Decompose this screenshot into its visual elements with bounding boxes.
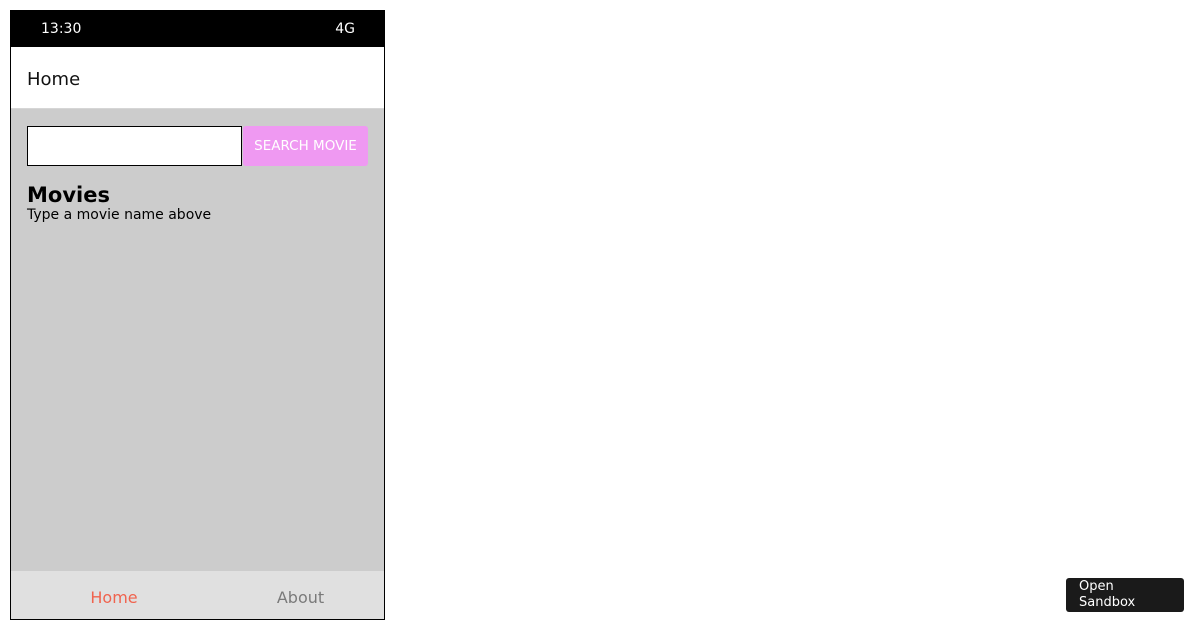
status-time: 13:30 — [41, 21, 82, 37]
tab-home[interactable]: Home — [11, 571, 217, 619]
tab-about[interactable]: About — [217, 571, 384, 619]
open-sandbox-button[interactable]: Open Sandbox — [1066, 578, 1184, 612]
open-sandbox-label-line2: Sandbox — [1079, 595, 1136, 610]
main-content: SEARCH MOVIE Movies Type a movie name ab… — [11, 109, 384, 570]
app-header: Home — [11, 47, 384, 109]
status-bar: 13:30 4G — [11, 11, 384, 47]
open-sandbox-label-line1: Open — [1079, 579, 1114, 594]
phone-frame: 13:30 4G Home SEARCH MOVIE Movies Type a… — [10, 10, 385, 620]
movies-heading: Movies — [27, 183, 110, 207]
search-movie-button[interactable]: SEARCH MOVIE — [243, 126, 368, 166]
search-input[interactable] — [27, 126, 242, 166]
movies-empty-hint: Type a movie name above — [27, 207, 212, 223]
page-title: Home — [27, 69, 81, 90]
network-indicator: 4G — [335, 21, 355, 37]
bottom-nav: Home About — [11, 571, 384, 619]
